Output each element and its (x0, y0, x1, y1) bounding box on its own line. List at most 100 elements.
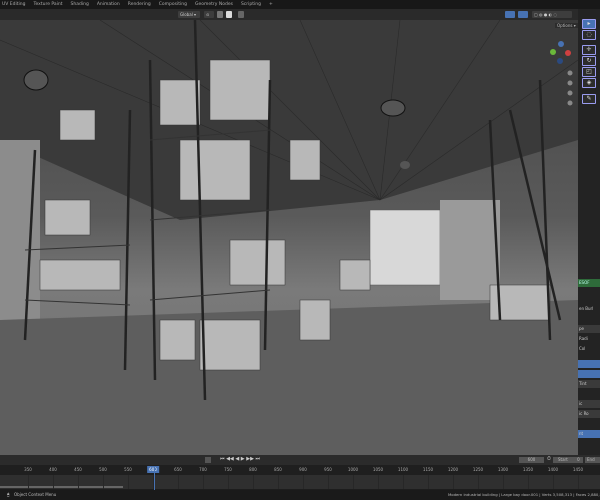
snap-target[interactable] (226, 11, 232, 18)
gizmo-toggle[interactable] (505, 11, 515, 18)
transform-icon[interactable]: ◈ (582, 78, 596, 88)
timeline-tick: 550 (124, 467, 132, 472)
proportional-edit[interactable] (238, 11, 244, 18)
prop-field: Col (578, 345, 600, 353)
3d-viewport[interactable]: Options ▾ (0, 20, 578, 455)
timeline-gridline (128, 475, 129, 489)
timeline-gridline (28, 475, 29, 489)
timeline-tick: 1050 (372, 467, 384, 472)
timeline-tick: 450 (74, 467, 82, 472)
timeline-tick: 350 (24, 467, 32, 472)
mouse-icon: 🖱 (7, 492, 10, 497)
workspace-tab[interactable]: Shading (71, 2, 89, 7)
timeline-gridline (53, 475, 54, 489)
timeline-tick: 650 (174, 467, 182, 472)
transform-orientation-dropdown[interactable]: Global ▾ (178, 11, 200, 18)
timeline-tick: 1100 (397, 467, 409, 472)
prop-toggle[interactable] (578, 360, 600, 368)
timeline-tick: 900 (299, 467, 307, 472)
timeline-gridline (528, 475, 529, 489)
stopwatch-icon[interactable]: ⏱ (547, 456, 551, 462)
timeline-tick: 1200 (447, 467, 459, 472)
scale-icon[interactable]: ◰ (582, 67, 596, 77)
workspace-tab[interactable]: Rendering (128, 2, 151, 7)
timeline-gridline (303, 475, 304, 489)
timeline-gridline (178, 475, 179, 489)
warehouse-scene (0, 20, 578, 455)
prop-field[interactable]: pe (578, 325, 600, 333)
current-frame-field[interactable]: 600 (519, 457, 544, 463)
timeline-tick: 1150 (422, 467, 434, 472)
playback-controls[interactable]: ⏮ ◀◀ ◀ ▶ ▶▶ ⏭ (220, 456, 260, 462)
timeline-scrollbar[interactable] (0, 486, 123, 488)
timeline-gridline (503, 475, 504, 489)
timeline-tick: 400 (49, 467, 57, 472)
prop-field[interactable]: nt (578, 430, 600, 438)
timeline-tick: 800 (249, 467, 257, 472)
timeline-gridline (378, 475, 379, 489)
workspace-tab[interactable]: Texture Paint (33, 2, 62, 7)
prop-field[interactable]: ESOF (578, 279, 600, 287)
workspace-tabs: UV Editing Texture Paint Shading Animation R… (0, 0, 600, 9)
timeline-gridline (403, 475, 404, 489)
status-hint: Object Context Menu (14, 492, 57, 497)
timeline-gridline (103, 475, 104, 489)
timeline-gridline (228, 475, 229, 489)
timeline-tick: 1400 (547, 467, 559, 472)
timeline-tick: 500 (99, 467, 107, 472)
workspace-tab[interactable]: UV Editing (2, 2, 25, 7)
timeline-tick: 700 (199, 467, 207, 472)
timeline-gridline (353, 475, 354, 489)
timeline-gridline (428, 475, 429, 489)
prop-field: Radi (578, 335, 600, 343)
timeline-tick: 850 (274, 467, 282, 472)
timeline-tracks[interactable] (0, 475, 600, 489)
tool-sidebar: ▸ ◌ ✛ ↻ ◰ ◈ ✎ (578, 9, 600, 455)
playhead[interactable] (154, 467, 155, 490)
timeline-gridline (278, 475, 279, 489)
record-button[interactable] (205, 457, 211, 463)
overlay-toggle[interactable] (518, 11, 528, 18)
timeline-tick: 1450 (572, 467, 584, 472)
options-dropdown[interactable]: Options ▾ (555, 23, 578, 28)
select-box-icon[interactable]: ▸ (582, 19, 596, 29)
move-icon[interactable]: ✛ (582, 45, 596, 55)
timeline-gridline (453, 475, 454, 489)
timeline-tick: 1000 (347, 467, 359, 472)
workspace-tab[interactable]: Geometry Nodes (195, 2, 233, 7)
viewport-header: Global ▾ ⊙ ▢ ◍ ● ◐ ◌ (0, 9, 578, 20)
workspace-tab[interactable]: + (269, 2, 273, 7)
timeline-gridline (578, 475, 579, 489)
end-frame-field[interactable]: End (585, 457, 600, 463)
timeline-ruler[interactable]: 350 400 450 500 550 600 650 700 750 800 850 900 950 1… (0, 465, 600, 475)
workspace-tab[interactable]: Scripting (241, 2, 261, 7)
prop-toggle[interactable] (578, 370, 600, 378)
timeline-gridline (553, 475, 554, 489)
scene-stats: Modern industrial building | Large bay d… (448, 492, 600, 497)
timeline-tick: 600 (147, 466, 159, 473)
timeline-gridline (78, 475, 79, 489)
timeline-tick: 1250 (472, 467, 484, 472)
pivot-dropdown[interactable]: ⊙ (204, 11, 214, 18)
annotate-icon[interactable]: ✎ (582, 94, 596, 104)
timeline-gridline (328, 475, 329, 489)
shading-modes[interactable]: ▢ ◍ ● ◐ ◌ (532, 11, 572, 18)
timeline-tick: 1350 (522, 467, 534, 472)
prop-field: en Burl (578, 305, 600, 313)
prop-field[interactable]: ic Ro (578, 410, 600, 418)
timeline-header: ⏮ ◀◀ ◀ ▶ ▶▶ ⏭ 600 ⏱ Start 0 End (0, 455, 600, 465)
workspace-tab[interactable]: Animation (97, 2, 120, 7)
snap-toggle[interactable] (217, 11, 223, 18)
cursor-icon[interactable]: ◌ (582, 30, 596, 40)
prop-field[interactable]: Tint (578, 380, 600, 388)
timeline-tick: 950 (324, 467, 332, 472)
timeline-gridline (478, 475, 479, 489)
workspace-tab[interactable]: Compositing (159, 2, 187, 7)
timeline-gridline (253, 475, 254, 489)
timeline-gridline (203, 475, 204, 489)
timeline-tick: 750 (224, 467, 232, 472)
start-frame-field[interactable]: Start 0 (553, 457, 583, 463)
rotate-icon[interactable]: ↻ (582, 56, 596, 66)
prop-field[interactable]: ic (578, 400, 600, 408)
status-bar: 🖱 Object Context Menu Modern industrial … (0, 490, 600, 500)
